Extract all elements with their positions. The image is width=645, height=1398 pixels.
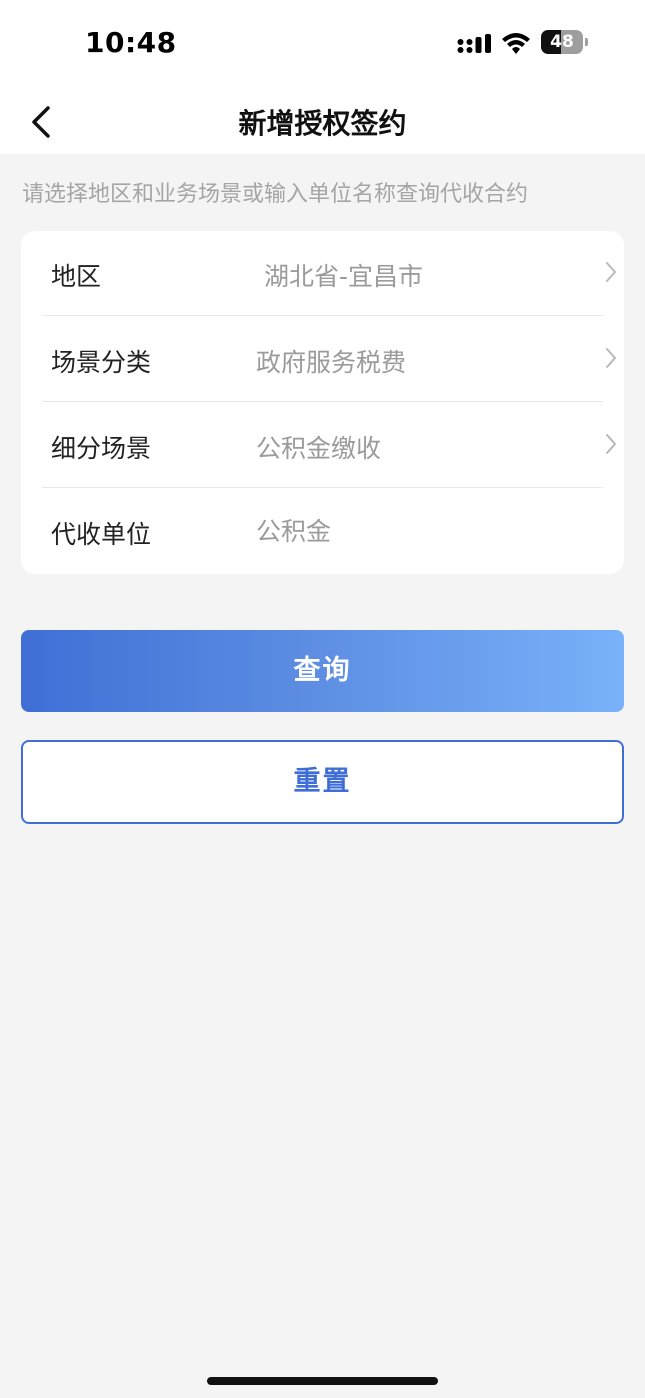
page-title: 新增授权签约 xyxy=(238,107,407,140)
scene-category-value: 政府服务税费 xyxy=(256,348,407,377)
search-form-card: 地区 湖北省-宜昌市 场景分类 政府服务税费 细分场景 公积金缴收 代收单位 xyxy=(21,231,624,574)
region-row[interactable]: 地区 湖北省-宜昌市 xyxy=(21,231,624,316)
collecting-unit-row: 代收单位 xyxy=(21,489,624,574)
battery-percent: 48 xyxy=(550,32,574,52)
sub-scene-row[interactable]: 细分场景 公积金缴收 xyxy=(21,403,624,488)
chevron-right-icon xyxy=(606,434,616,454)
chevron-right-icon xyxy=(606,348,616,368)
query-button[interactable]: 查询 xyxy=(21,630,624,712)
reset-button[interactable]: 重置 xyxy=(21,740,624,824)
chevron-right-icon xyxy=(606,262,616,282)
home-indicator xyxy=(207,1377,438,1385)
nav-bar: 新增授权签约 xyxy=(0,88,645,154)
search-hint: 请选择地区和业务场景或输入单位名称查询代收合约 xyxy=(22,182,529,207)
status-time: 10:48 xyxy=(85,26,177,59)
collecting-unit-input[interactable] xyxy=(256,507,586,553)
collecting-unit-label: 代收单位 xyxy=(51,520,152,549)
sub-scene-label: 细分场景 xyxy=(51,434,152,463)
region-value: 湖北省-宜昌市 xyxy=(264,262,424,291)
wifi-icon xyxy=(502,33,530,54)
status-bar: 10:48 48 xyxy=(0,0,645,88)
cellular-signal-icon xyxy=(457,34,491,53)
region-label: 地区 xyxy=(51,262,102,291)
battery-icon: 48 xyxy=(541,30,589,56)
scene-category-row[interactable]: 场景分类 政府服务税费 xyxy=(21,317,624,402)
sub-scene-value: 公积金缴收 xyxy=(256,434,382,463)
scene-category-label: 场景分类 xyxy=(51,348,152,377)
